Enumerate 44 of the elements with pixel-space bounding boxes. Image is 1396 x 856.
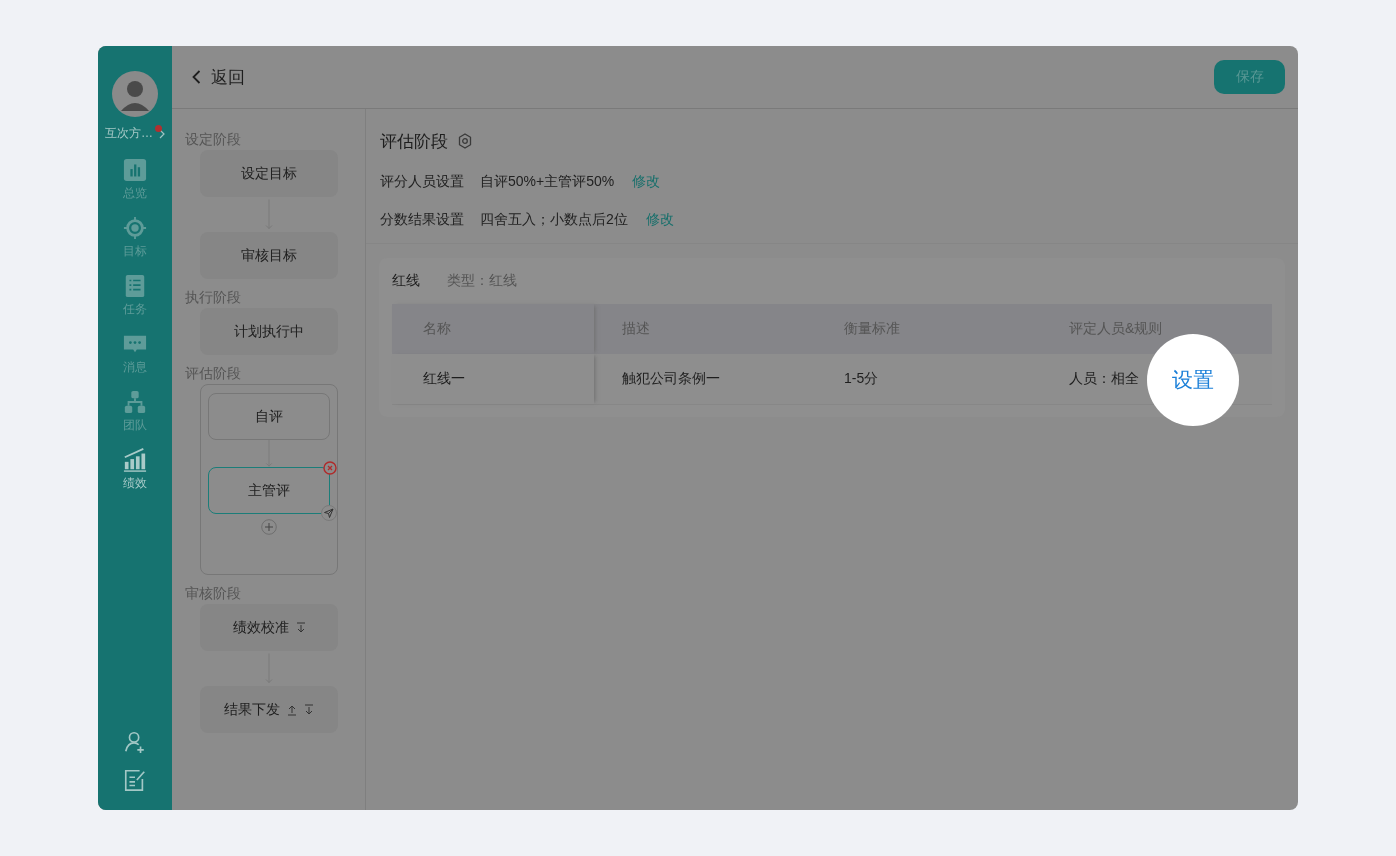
setting-label: 分数结果设置 bbox=[380, 211, 464, 229]
move-down-icon[interactable] bbox=[304, 703, 314, 716]
flow-node[interactable]: 计划执行中 bbox=[200, 308, 338, 355]
flow-node[interactable]: 审核目标 bbox=[200, 232, 338, 279]
node-label: 绩效校准 bbox=[232, 618, 289, 637]
nav-icon bbox=[123, 448, 147, 472]
flow-node[interactable]: 结果下发 bbox=[200, 686, 338, 733]
node-label: 计划执行中 bbox=[234, 322, 304, 341]
add-user-icon[interactable] bbox=[123, 730, 147, 754]
node-label: 设定目标 bbox=[241, 164, 297, 183]
card-type: 类型：红线 bbox=[447, 272, 517, 290]
section-title: 评估阶段 bbox=[380, 130, 448, 153]
nav-icon bbox=[123, 158, 147, 182]
nav-icon bbox=[123, 216, 147, 240]
move-up-icon[interactable] bbox=[287, 703, 297, 716]
table-cell: 人员：相全 bbox=[1069, 370, 1139, 388]
nav-item[interactable]: 绩效 bbox=[123, 448, 147, 492]
send-icon[interactable] bbox=[321, 505, 337, 521]
card-title: 红线 bbox=[392, 272, 420, 290]
connector-arrow bbox=[264, 440, 274, 467]
node-label: 审核目标 bbox=[241, 246, 297, 265]
node-label: 结果下发 bbox=[224, 700, 280, 719]
edit-icon[interactable] bbox=[123, 768, 147, 792]
nav-icon bbox=[123, 274, 147, 298]
flow-node[interactable]: 设定目标 bbox=[200, 150, 338, 197]
move-down-icon[interactable] bbox=[295, 621, 306, 634]
setting-value: 自评50%+主管评50% bbox=[480, 173, 615, 191]
avatar-icon[interactable] bbox=[112, 71, 158, 117]
delete-icon[interactable] bbox=[323, 461, 337, 475]
table-cell: 1-5分 bbox=[844, 370, 879, 388]
user-menu[interactable]: 互次方… bbox=[105, 125, 165, 142]
flow-node[interactable]: 自评 bbox=[208, 393, 330, 440]
table-cell: 红线一 bbox=[423, 370, 465, 388]
spotlight-circle[interactable]: 设置 bbox=[1147, 334, 1239, 426]
table-cell: 触犯公司条例一 bbox=[622, 370, 720, 388]
back-button[interactable]: 返回 bbox=[192, 65, 245, 89]
user-name: 互次方… bbox=[105, 125, 153, 142]
settings-icon[interactable] bbox=[457, 133, 473, 149]
nav-icon bbox=[123, 390, 147, 414]
back-icon bbox=[192, 70, 201, 84]
setting-label: 评分人员设置 bbox=[380, 173, 464, 191]
set-link[interactable]: 设置 bbox=[1172, 366, 1214, 394]
setting-value: 四舍五入；小数点后2位 bbox=[480, 211, 628, 229]
flow-node[interactable]: 绩效校准 bbox=[200, 604, 338, 651]
